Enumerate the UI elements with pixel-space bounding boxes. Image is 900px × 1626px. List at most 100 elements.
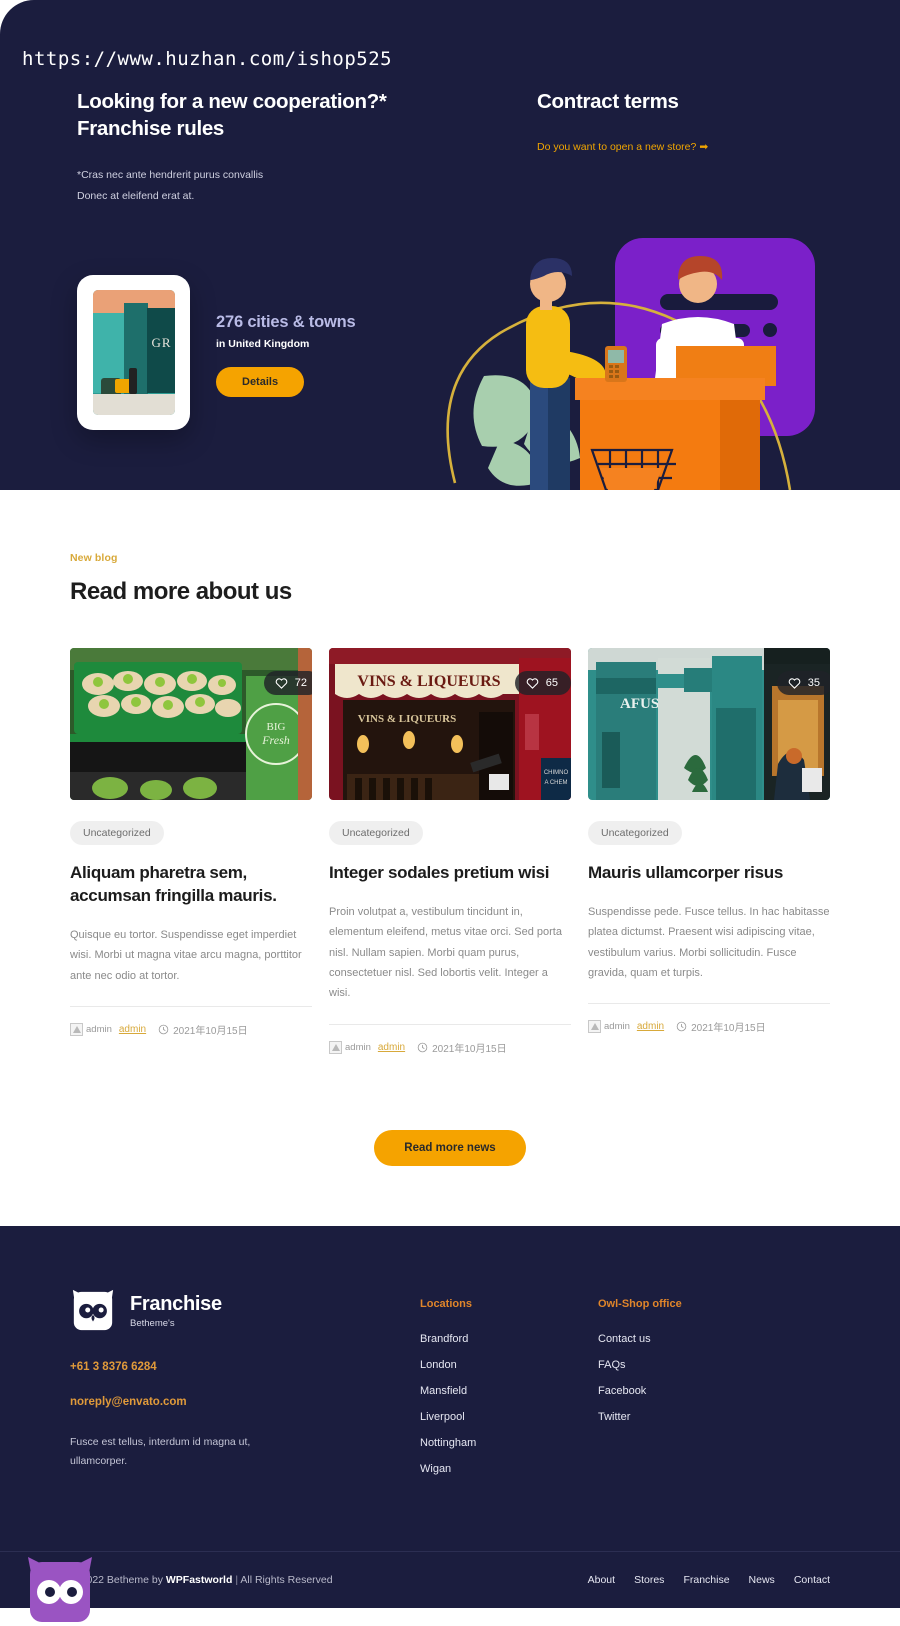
blog-card[interactable]: VINS & LIQUEURS VINS & LIQUEURS CHIMNO A…: [329, 648, 571, 1055]
owl-watermark-icon: [28, 1556, 92, 1622]
avatar-alt-text: admin: [345, 1041, 371, 1053]
open-new-store-label: Do you want to open a new store?: [537, 141, 697, 154]
list-item[interactable]: Nottingham: [420, 1433, 598, 1451]
blog-card-date: 2021年10月15日: [173, 1025, 248, 1037]
clock-icon: [676, 1022, 687, 1032]
footer-nav-about[interactable]: About: [588, 1574, 615, 1586]
list-item[interactable]: Liverpool: [420, 1407, 598, 1425]
footer-phone-link[interactable]: +61 3 8376 6284: [70, 1361, 157, 1373]
footer-brand-row[interactable]: Franchise Betheme's: [70, 1288, 420, 1334]
blog-inner: New blog Read more about us BIG Fresh 72…: [70, 552, 830, 1226]
arrow-right-icon: ➡: [699, 141, 709, 154]
like-count: 65: [545, 677, 558, 689]
footer-link[interactable]: Facebook: [598, 1385, 646, 1397]
footer-link[interactable]: Liverpool: [420, 1411, 465, 1423]
blog-card-date: 2021年10月15日: [691, 1023, 766, 1035]
hero-subtext-franchise: *Cras nec ante hendrerit purus convallis…: [77, 165, 477, 208]
blog-card-category[interactable]: Uncategorized: [588, 821, 682, 845]
footer-description: Fusce est tellus, interdum id magna ut, …: [70, 1435, 251, 1468]
blog-card-image[interactable]: VINS & LIQUEURS VINS & LIQUEURS CHIMNO A…: [329, 648, 571, 800]
copyright-text: © 2022 Betheme by WPFastworld | All Righ…: [70, 1574, 333, 1586]
footer-link[interactable]: Mansfield: [420, 1385, 467, 1397]
blog-card-excerpt: Proin volutpat a, vestibulum tincidunt i…: [329, 905, 562, 1000]
footer-nav-contact[interactable]: Contact: [794, 1574, 830, 1586]
footer-link[interactable]: Brandford: [420, 1333, 468, 1345]
blog-eyebrow: New blog: [70, 552, 118, 564]
photo-ground: [92, 393, 175, 415]
footer-email-link[interactable]: noreply@envato.com: [70, 1396, 187, 1408]
svg-text:VINS & LIQUEURS: VINS & LIQUEURS: [357, 673, 500, 690]
svg-text:VINS & LIQUEURS: VINS & LIQUEURS: [358, 713, 456, 725]
footer-brand-text: Franchise Betheme's: [130, 1293, 222, 1329]
details-button[interactable]: Details: [216, 366, 305, 397]
blog-card-title[interactable]: Mauris ullamcorper risus: [588, 862, 830, 885]
blog-card-author[interactable]: admin: [637, 1021, 664, 1032]
footer-nav-franchise[interactable]: Franchise: [683, 1574, 729, 1586]
svg-text:BIG: BIG: [267, 721, 286, 733]
blog-card-meta: admin admin 2021年10月15日: [70, 1005, 312, 1037]
shop-counter-illustration: [446, 238, 815, 490]
blog-card-grid: BIG Fresh 72 Uncategorized Aliquam phare…: [70, 648, 830, 1055]
list-item[interactable]: Wigan: [420, 1459, 598, 1477]
blog-bottom-spacer: [70, 1166, 830, 1226]
footer-link[interactable]: Nottingham: [420, 1437, 476, 1449]
list-item[interactable]: London: [420, 1355, 598, 1373]
footer-bottom-bar: © 2022 Betheme by WPFastworld | All Righ…: [70, 1552, 830, 1608]
footer-link[interactable]: FAQs: [598, 1359, 626, 1371]
footer-link[interactable]: Wigan: [420, 1463, 451, 1475]
blog-card-author[interactable]: admin: [119, 1024, 146, 1035]
hero-subtext-line1: *Cras nec ante hendrerit purus convallis: [77, 168, 264, 181]
blog-card[interactable]: BIG Fresh 72 Uncategorized Aliquam phare…: [70, 648, 312, 1055]
list-item[interactable]: Facebook: [598, 1381, 776, 1399]
hero-stat-row: GR 276 cities & towns in United Kingdom …: [77, 275, 356, 430]
footer-nav-stores[interactable]: Stores: [634, 1574, 664, 1586]
footer-nav-news[interactable]: News: [749, 1574, 775, 1586]
footer-link[interactable]: London: [420, 1359, 457, 1371]
blog-card-title[interactable]: Integer sodales pretium wisi: [329, 862, 571, 885]
stat-country: in United Kingdom: [216, 337, 310, 350]
footer-nav: About Stores Franchise News Contact: [588, 1574, 830, 1586]
avatar-broken-image-icon: [329, 1040, 342, 1054]
footer-link[interactable]: Contact us: [598, 1333, 651, 1345]
hero-subtext-line2: Donec at eleifend erat at.: [77, 190, 195, 203]
list-item[interactable]: Mansfield: [420, 1381, 598, 1399]
footer-column-heading: Owl-Shop office: [598, 1297, 682, 1310]
blog-card-author[interactable]: admin: [378, 1042, 405, 1053]
avatar-broken-image-icon: [588, 1020, 601, 1034]
footer-link[interactable]: Twitter: [598, 1411, 630, 1423]
blog-card-excerpt: Quisque eu tortor. Suspendisse eget impe…: [70, 928, 302, 982]
list-item[interactable]: Twitter: [598, 1407, 776, 1425]
blog-card-date: 2021年10月15日: [432, 1043, 507, 1055]
blog-card-category[interactable]: Uncategorized: [329, 821, 423, 845]
stat-photo-card: GR: [77, 275, 190, 430]
blog-card-date-wrap: 2021年10月15日: [676, 1019, 766, 1034]
heart-icon: [275, 678, 288, 689]
photo-sign-text: GR: [151, 335, 172, 350]
like-badge[interactable]: 72: [263, 671, 312, 695]
owl-logo-icon: [72, 1289, 114, 1330]
footer-office-list: Contact us FAQs Facebook Twitter: [598, 1329, 776, 1425]
blog-title: Read more about us: [70, 578, 292, 605]
stat-text-block: 276 cities & towns in United Kingdom Det…: [216, 309, 356, 397]
blog-card-image[interactable]: BIG Fresh 72: [70, 648, 312, 800]
blog-card-title[interactable]: Aliquam pharetra sem, accumsan fringilla…: [70, 862, 312, 908]
list-item[interactable]: Contact us: [598, 1329, 776, 1347]
blog-card-image[interactable]: AFUS 35: [588, 648, 830, 800]
hero-columns: Looking for a new cooperation?* Franchis…: [77, 88, 797, 208]
footer-column-heading: Locations: [420, 1297, 472, 1310]
open-new-store-link[interactable]: Do you want to open a new store? ➡: [537, 137, 708, 159]
like-badge[interactable]: 65: [514, 671, 571, 695]
footer: Franchise Betheme's +61 3 8376 6284 nore…: [0, 1225, 900, 1622]
like-count: 72: [294, 677, 307, 689]
footer-locations-list: Brandford London Mansfield Liverpool Not…: [420, 1329, 598, 1477]
hero-column-contract: Contract terms Do you want to open a new…: [537, 88, 797, 208]
clock-icon: [158, 1024, 169, 1035]
list-item[interactable]: Brandford: [420, 1329, 598, 1347]
copyright-brand: WPFastworld: [165, 1573, 233, 1586]
list-item[interactable]: FAQs: [598, 1355, 776, 1373]
like-badge[interactable]: 35: [776, 671, 830, 695]
read-more-news-button[interactable]: Read more news: [374, 1129, 526, 1166]
blog-card[interactable]: AFUS 35 Uncategorized Mauris ullamcorper…: [588, 648, 830, 1055]
blog-card-category[interactable]: Uncategorized: [70, 821, 164, 845]
svg-text:A CHEM: A CHEM: [544, 780, 567, 786]
